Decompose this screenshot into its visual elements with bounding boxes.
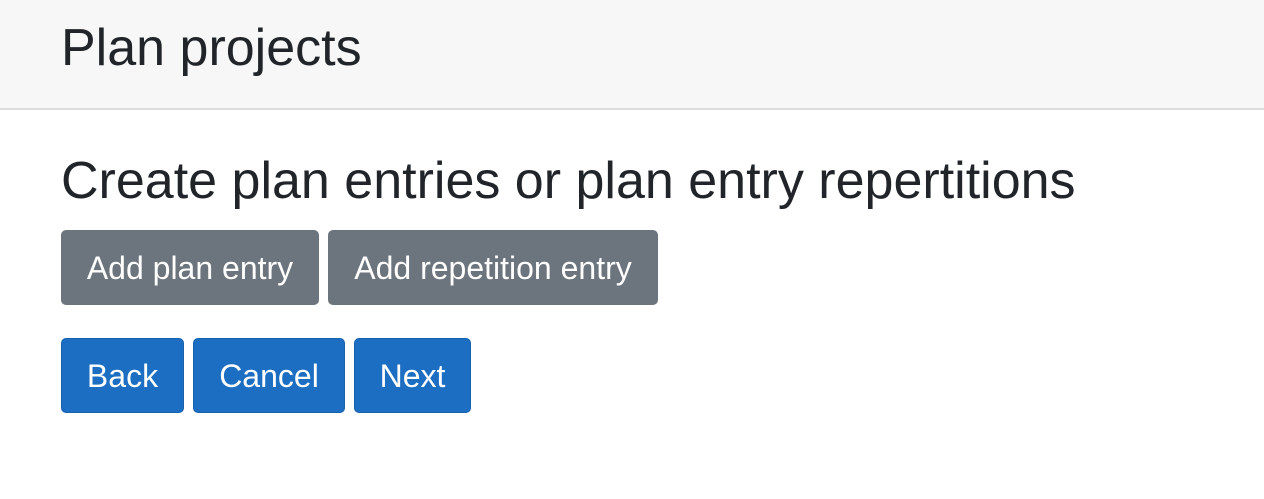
back-button[interactable]: Back <box>61 338 184 413</box>
page-title: Plan projects <box>61 19 362 77</box>
next-button[interactable]: Next <box>354 338 471 413</box>
page-header: Plan projects <box>0 0 1264 110</box>
cancel-button[interactable]: Cancel <box>193 338 345 413</box>
section-heading: Create plan entries or plan entry repert… <box>61 152 1076 210</box>
add-repetition-entry-button[interactable]: Add repetition entry <box>328 230 658 305</box>
main-content: Create plan entries or plan entry repert… <box>0 110 1264 499</box>
add-plan-entry-button[interactable]: Add plan entry <box>61 230 319 305</box>
